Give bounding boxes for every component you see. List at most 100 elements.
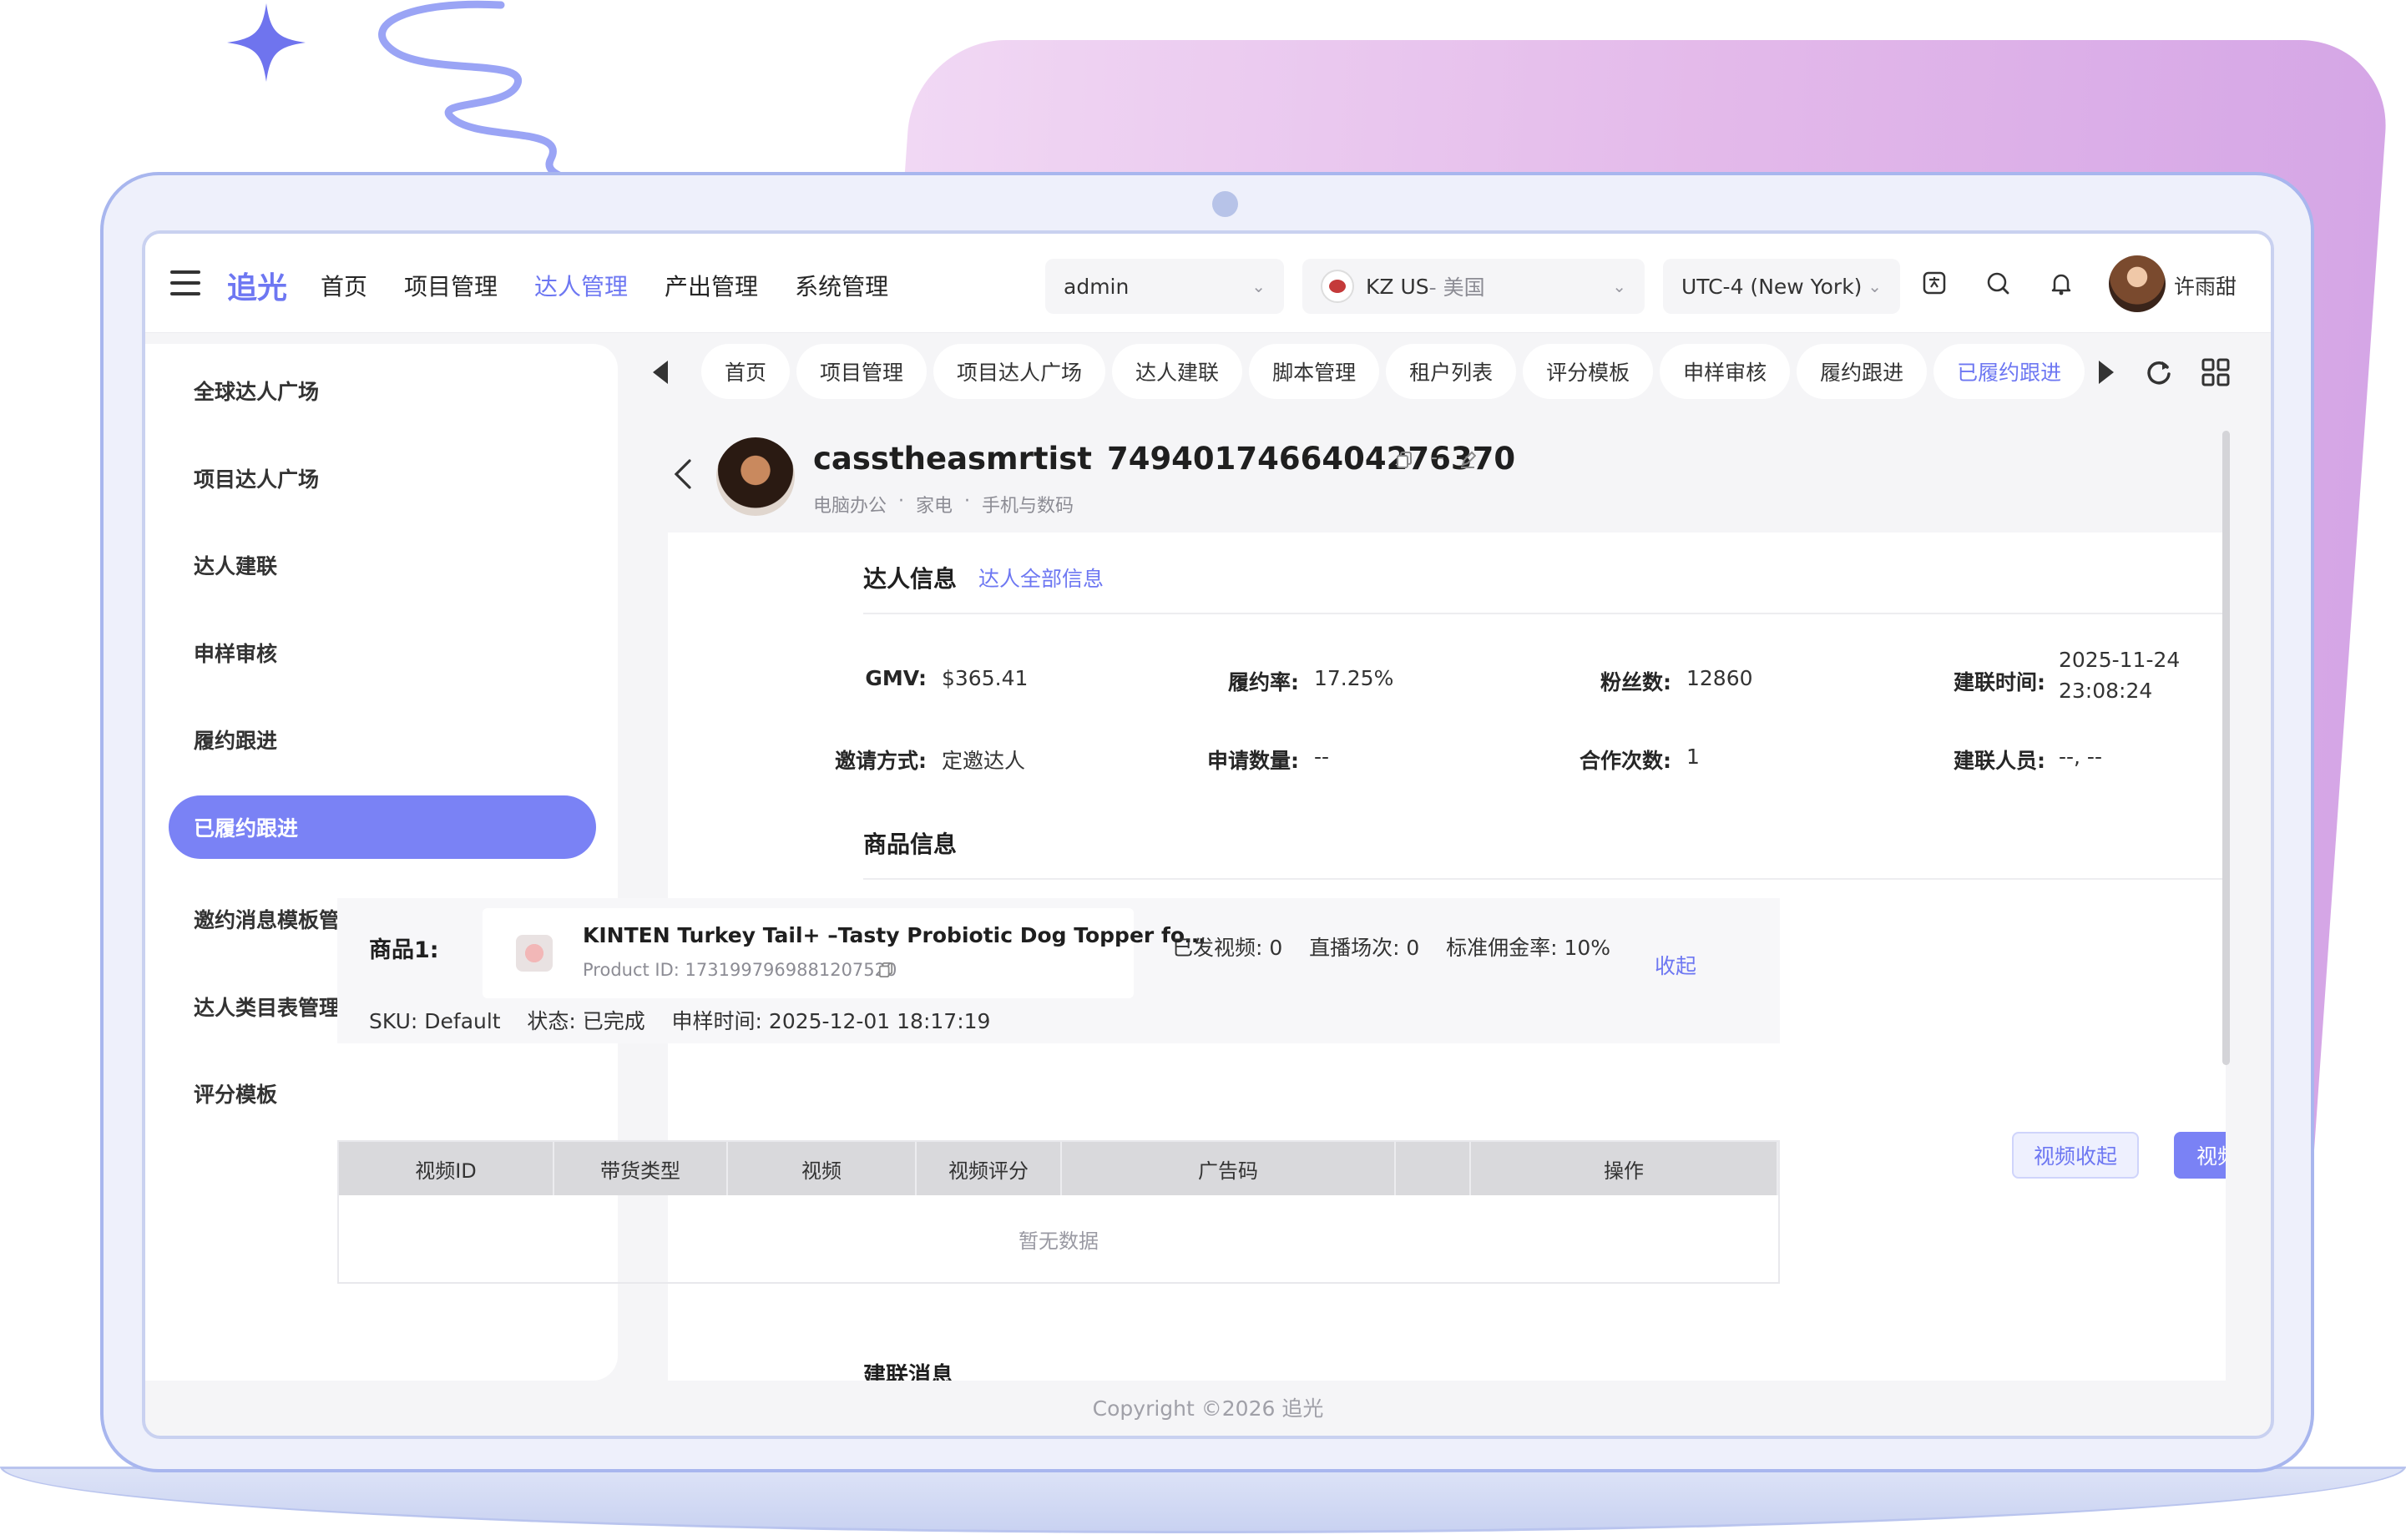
table-column-header: 视频: [728, 1142, 917, 1195]
user-select[interactable]: admin ⌄: [1045, 259, 1284, 314]
info-value-text: 12860: [1686, 666, 1753, 690]
laptop-base: [0, 1467, 2406, 1533]
info-value: 1: [1686, 745, 1700, 769]
sidebar-item-4[interactable]: 履约跟进: [169, 708, 596, 771]
info-label: 申请数量:: [1207, 749, 1299, 773]
info-value-text: --: [1314, 745, 1330, 769]
collapse-video-button[interactable]: 视频收起: [2012, 1132, 2139, 1179]
timezone-select[interactable]: UTC-4 (New York) ⌄: [1663, 259, 1900, 314]
creator-category: 电脑办公: [813, 496, 887, 517]
creator-category: 手机与数码: [982, 496, 1074, 517]
bell-icon[interactable]: [2045, 267, 2077, 299]
edit-icon[interactable]: [1459, 451, 1476, 469]
tabs-scroll-right-icon[interactable]: [2094, 357, 2119, 387]
tab-4[interactable]: 脚本管理: [1249, 344, 1380, 399]
all-creator-info-link[interactable]: 达人全部信息: [978, 563, 1104, 593]
back-arrow-icon[interactable]: [671, 457, 695, 491]
sparkle-icon: [227, 3, 306, 82]
creator-note: --: [1431, 447, 1444, 468]
info-value: $365.41: [942, 666, 1028, 690]
info-value-text: 1: [1686, 745, 1700, 769]
nav-item-2[interactable]: 达人管理: [534, 269, 628, 302]
info-label: 建联时间:: [1954, 670, 2045, 694]
menu-toggle-icon[interactable]: [170, 270, 200, 295]
translate-icon[interactable]: [1918, 267, 1950, 299]
copy-icon[interactable]: [1396, 451, 1413, 469]
tab-3[interactable]: 达人建联: [1112, 344, 1243, 399]
tab-6[interactable]: 评分模板: [1523, 344, 1654, 399]
refresh-icon[interactable]: [2144, 357, 2174, 387]
footer-copyright: Copyright ©2026 追光: [1092, 1396, 1324, 1421]
app-screen: 追光 首页 项目管理 达人管理 产出管理 系统管理 admin ⌄ KZ US - 美国…: [142, 230, 2274, 1439]
sidebar-item-1[interactable]: 项目达人广场: [169, 447, 596, 510]
tabs-scroll-left-icon[interactable]: [648, 357, 673, 387]
laptop-camera: [1212, 191, 1238, 217]
info-value-text: --, --: [2059, 745, 2102, 769]
product-info-title: 商品信息: [863, 831, 958, 858]
creator-avatar: [716, 437, 795, 516]
info-value-text: 23:08:24: [2059, 679, 2153, 703]
brand-logo: 追光: [227, 271, 288, 305]
table-header: 视频ID 带货类型 视频 视频评分 广告码 操作: [339, 1142, 1778, 1195]
top-navigation-bar: 追光 首页 项目管理 达人管理 产出管理 系统管理 admin ⌄ KZ US - 美国…: [145, 234, 2271, 333]
nav-item-1[interactable]: 项目管理: [404, 269, 498, 302]
creator-handle: casstheasmrtist: [813, 441, 1092, 477]
squiggle-decoration: [378, 0, 572, 184]
table-column-header: 带货类型: [554, 1142, 728, 1195]
info-value: --, --: [2059, 745, 2102, 769]
user-avatar[interactable]: [2109, 255, 2166, 312]
creator-id: 7494017466404276370: [1106, 441, 1516, 477]
info-label: 粉丝数:: [1600, 670, 1671, 694]
grid-menu-icon[interactable]: [2201, 357, 2231, 387]
sidebar-item-8[interactable]: 评分模板: [169, 1062, 596, 1125]
nav-item-4[interactable]: 系统管理: [795, 269, 888, 302]
tab-2[interactable]: 项目达人广场: [933, 344, 1106, 399]
table-column-header: 视频评分: [917, 1142, 1062, 1195]
product-stats: 已发视频: 0 直播场次: 0 标准佣金率: 10%: [1172, 936, 1611, 960]
info-value-text: 2025-11-24: [2059, 648, 2181, 672]
creator-categories: 电脑办公 · 家电 · 手机与数码: [813, 491, 1074, 518]
sidebar-item-2[interactable]: 达人建联: [169, 533, 596, 597]
info-label: 邀请方式:: [835, 749, 927, 773]
nav-item-3[interactable]: 产出管理: [665, 269, 758, 302]
chevron-down-icon: ⌄: [1612, 276, 1626, 296]
shop-name: KZ US: [1366, 274, 1429, 299]
copy-icon[interactable]: [878, 962, 893, 978]
info-label: 履约率:: [1228, 670, 1299, 694]
shop-region: - 美国: [1428, 275, 1485, 300]
info-value-text: 17.25%: [1314, 666, 1394, 690]
product-card[interactable]: KINTEN Turkey Tail+ –Tasty Probiotic Dog…: [483, 908, 1206, 998]
username[interactable]: 许雨甜: [2174, 270, 2237, 300]
collapse-link[interactable]: 收起: [1655, 950, 1696, 980]
creator-info-title: 达人信息: [863, 565, 958, 593]
expand-video-button[interactable]: 视频展开: [2174, 1132, 2226, 1179]
info-value: 2025-11-24 23:08:24: [2059, 648, 2180, 703]
shop-avatar-icon: [1321, 270, 1354, 303]
table-column-header: 视频ID: [339, 1142, 554, 1195]
tab-0[interactable]: 首页: [701, 344, 791, 399]
tab-7[interactable]: 申样审核: [1660, 344, 1791, 399]
search-icon[interactable]: [1982, 267, 2014, 299]
table-empty-state: 暂无数据: [1019, 1229, 1099, 1253]
divider: [863, 878, 2226, 880]
sidebar-item-5[interactable]: 已履约跟进: [169, 795, 596, 859]
video-table: 视频ID 带货类型 视频 视频评分 广告码 操作 暂无数据: [337, 1140, 1780, 1284]
product-thumbnail: [516, 935, 553, 972]
table-column-header: [1396, 1142, 1471, 1195]
tab-1[interactable]: 项目管理: [796, 344, 928, 399]
product-sku-line: SKU: Default 状态: 已完成 申样时间: 2025-12-01 18…: [369, 1009, 991, 1033]
product-label: 商品1:: [369, 937, 439, 963]
info-label: GMV:: [865, 666, 927, 690]
shop-select[interactable]: KZ US - 美国 ⌄: [1302, 259, 1645, 314]
category-separator: ·: [898, 491, 905, 512]
nav-item-0[interactable]: 首页: [321, 269, 367, 302]
tab-9[interactable]: 已履约跟进: [1933, 344, 2085, 399]
tab-5[interactable]: 租户列表: [1386, 344, 1517, 399]
sidebar-item-3[interactable]: 申样审核: [169, 621, 596, 684]
table-column-header: 操作: [1471, 1142, 1778, 1195]
tab-8[interactable]: 履约跟进: [1797, 344, 1928, 399]
info-value: --: [1314, 745, 1329, 769]
content-scrollbar[interactable]: [2222, 431, 2230, 1065]
creator-category: 家电: [916, 496, 953, 517]
sidebar-item-0[interactable]: 全球达人广场: [169, 359, 596, 422]
